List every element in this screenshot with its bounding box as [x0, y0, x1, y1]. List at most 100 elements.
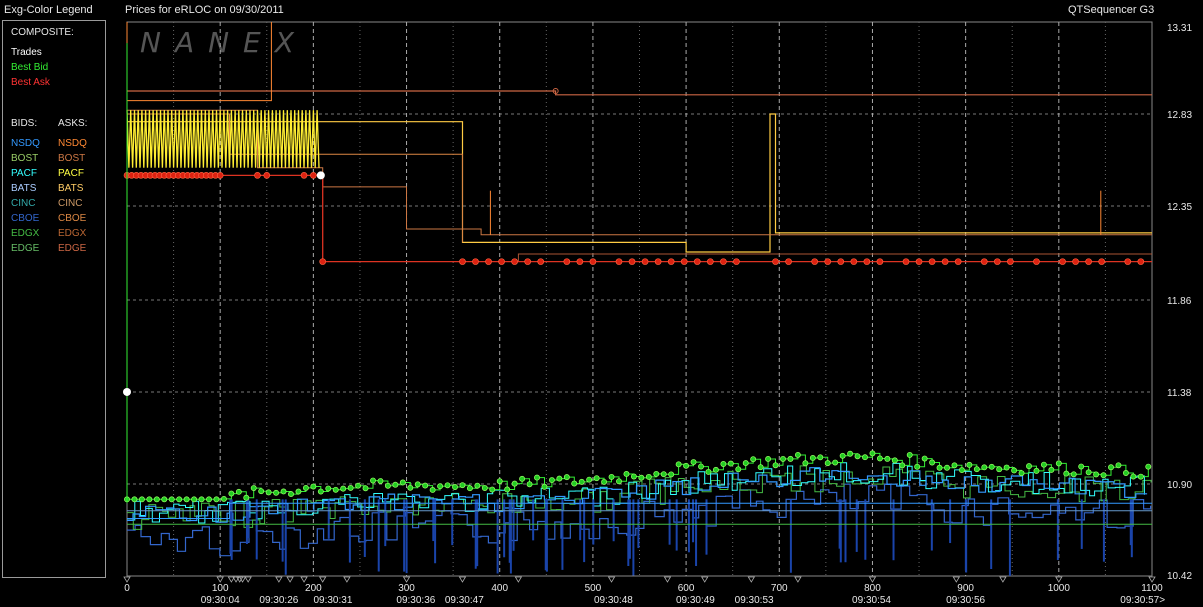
price-chart: NANEX 13.31 12.83 12.35 11.86 11.38 10.90 10.42… — [123, 21, 1192, 606]
best-bid-point — [712, 466, 719, 473]
best-bid-point — [1033, 467, 1040, 474]
best-bid-point — [862, 454, 868, 461]
best-ask-point — [1007, 258, 1014, 265]
trade-marker — [794, 576, 802, 583]
best-bid-point — [884, 455, 891, 462]
best-bid-point — [608, 473, 615, 480]
best-bid-point — [332, 486, 339, 493]
best-bid-point — [630, 473, 637, 480]
best-bid-point — [876, 455, 883, 462]
trade-marker — [514, 576, 523, 583]
best-bid-point — [705, 468, 712, 475]
best-bid-point — [1130, 473, 1137, 480]
best-bid-point — [1048, 466, 1055, 473]
best-bid-point — [191, 496, 198, 503]
best-bid-point — [1070, 471, 1077, 478]
x-tick-label: 900 — [957, 583, 974, 594]
best-bid-point — [727, 460, 734, 467]
best-ask-point — [667, 258, 675, 265]
best-bid-point — [235, 488, 242, 495]
best-bid-point — [563, 474, 570, 481]
time-label: 09:30:54 — [852, 595, 891, 606]
best-bid-point — [176, 496, 183, 503]
best-bid-point — [1018, 470, 1025, 477]
best-bid-point — [429, 486, 436, 493]
best-bid-point — [377, 478, 384, 484]
best-bid-point — [452, 484, 458, 490]
best-bid-point — [683, 462, 690, 469]
trade-marker — [216, 576, 224, 583]
trade-marker — [343, 576, 351, 583]
best-bid-point — [183, 496, 190, 503]
trade-marker — [952, 576, 961, 583]
best-bid-point — [138, 496, 145, 503]
best-bid-point — [295, 488, 302, 495]
best-ask-point — [300, 172, 308, 179]
best-bid-point — [161, 496, 168, 503]
best-ask-point — [785, 258, 792, 265]
best-bid-point — [586, 476, 593, 483]
best-bid-point — [996, 466, 1003, 473]
x-tick-label: 300 — [398, 583, 415, 594]
best-ask-point — [216, 172, 224, 179]
best-bid-point — [951, 462, 958, 469]
best-bid-point — [258, 488, 265, 495]
trade-marker — [1148, 576, 1156, 583]
best-bid-point — [899, 462, 906, 469]
best-bid-point — [1093, 471, 1100, 478]
best-ask-point — [615, 258, 623, 265]
best-bid-point — [489, 486, 496, 493]
best-ask-point — [654, 258, 662, 265]
best-bid-point — [824, 460, 831, 467]
x-tick-label: 0 — [124, 583, 130, 594]
best-ask-point — [524, 258, 531, 265]
y-tick-label: 10.42 — [1167, 571, 1192, 582]
best-bid-point — [742, 460, 749, 467]
time-label: 09:30:49 — [676, 595, 715, 606]
best-bid-point — [153, 496, 160, 503]
x-tick-label: 800 — [864, 583, 881, 594]
best-bid-point — [571, 480, 578, 487]
x-tick-label: 500 — [585, 583, 602, 594]
best-bid-point — [474, 482, 481, 489]
best-bid-point — [638, 474, 645, 481]
best-bid-point — [914, 463, 921, 470]
time-label: 09:30:36 — [396, 595, 435, 606]
best-ask-point — [733, 258, 740, 265]
best-bid-point — [422, 482, 429, 489]
trade-marker — [607, 576, 616, 583]
best-ask-point — [902, 258, 910, 265]
best-bid-point — [832, 459, 839, 466]
best-bid-point — [720, 461, 727, 467]
best-bid-point — [407, 484, 414, 491]
best-bid-point — [228, 490, 235, 497]
best-ask-point — [1072, 258, 1079, 265]
best-bid-point — [511, 480, 518, 487]
best-bid-point — [958, 467, 965, 474]
time-label: 09:30:26 — [259, 595, 298, 606]
best-ask-point — [680, 258, 688, 265]
best-ask-point — [707, 258, 714, 265]
best-bid-point — [131, 496, 138, 503]
best-bid-point — [548, 477, 555, 483]
best-bid-point — [839, 452, 846, 459]
trade-marker — [747, 576, 756, 583]
y-tick-label: 12.35 — [1167, 202, 1192, 213]
best-ask-point — [537, 258, 545, 265]
best-ask-point — [915, 258, 923, 265]
best-ask-point — [1033, 258, 1040, 265]
trade-marker — [868, 576, 877, 583]
best-ask-point — [941, 258, 949, 265]
best-bid-point — [1055, 460, 1062, 467]
best-bid-point — [280, 488, 287, 495]
best-bid-point — [809, 455, 816, 461]
time-label: 09:30:04 — [201, 595, 240, 606]
time-label: 09:30:56 — [946, 595, 985, 606]
best-bid-point — [206, 496, 212, 503]
best-ask-point — [576, 258, 584, 265]
best-bid-point — [988, 463, 995, 470]
x-tick-label: 1100 — [1141, 583, 1163, 594]
trade-marker — [1055, 576, 1063, 583]
best-ask-point — [498, 258, 505, 265]
best-bid-point — [1145, 463, 1152, 470]
